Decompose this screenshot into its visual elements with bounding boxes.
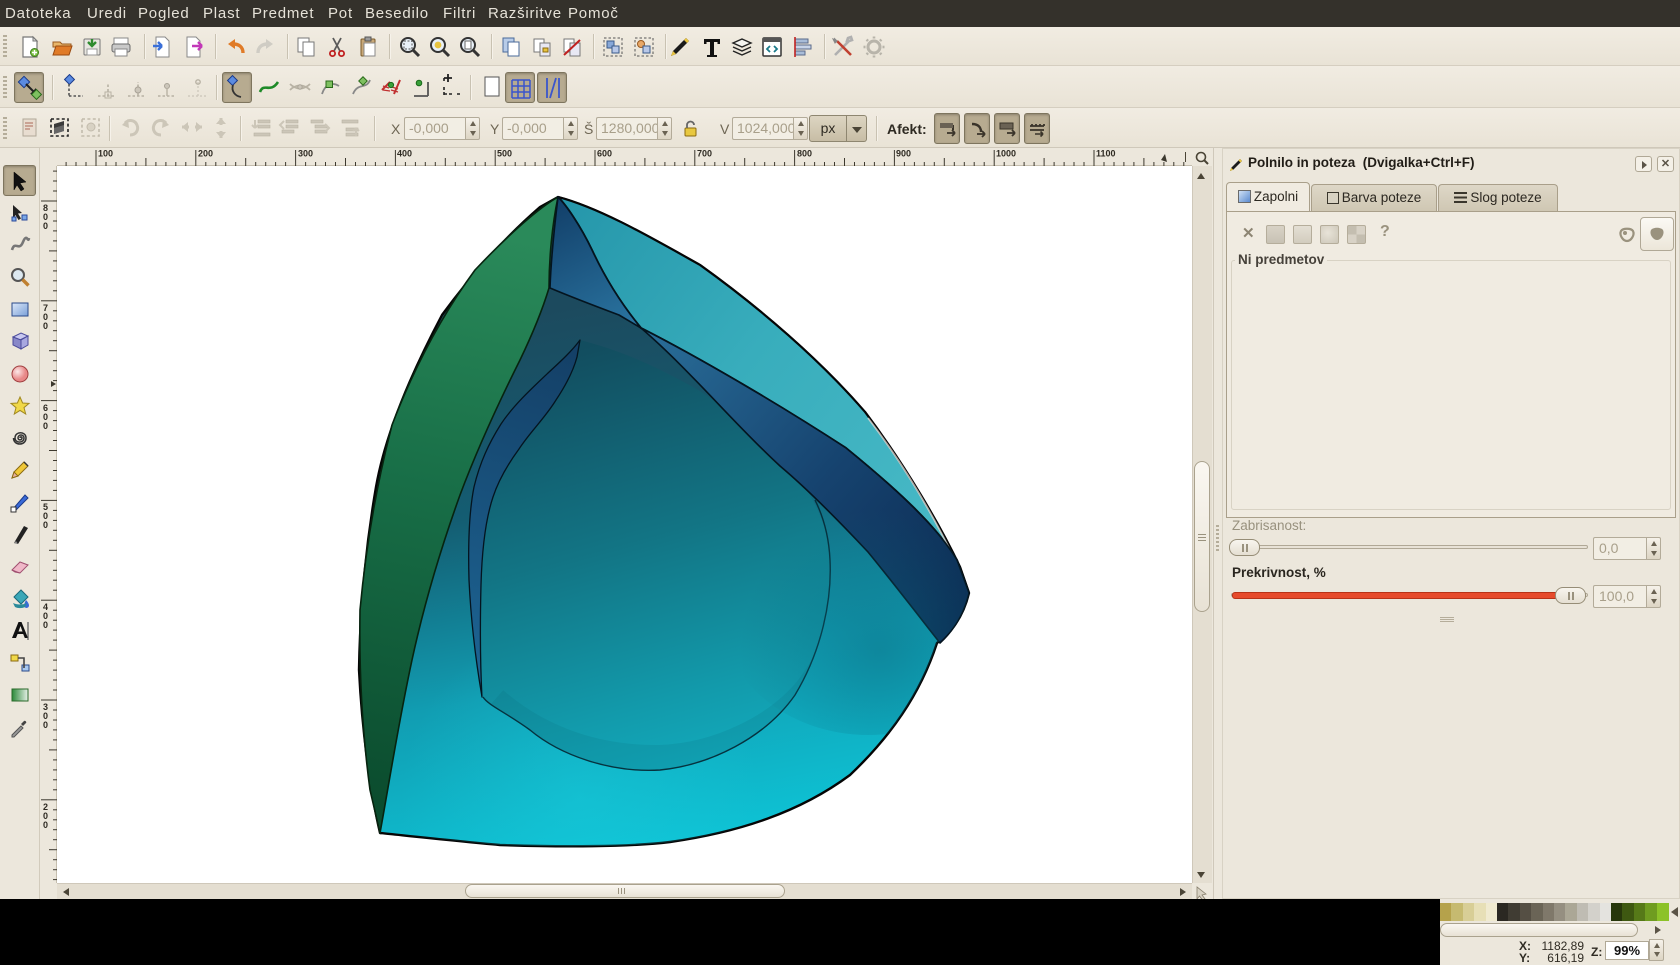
svg-text:300: 300 (298, 149, 313, 159)
svg-text:1100: 1100 (1096, 149, 1116, 159)
svg-text:400: 400 (397, 149, 412, 159)
svg-text:0: 0 (43, 221, 48, 231)
svg-text:500: 500 (497, 149, 512, 159)
svg-text:0: 0 (43, 720, 48, 730)
svg-text:100: 100 (98, 149, 113, 159)
svg-text:0: 0 (43, 520, 48, 530)
svg-text:200: 200 (198, 149, 213, 159)
svg-text:0: 0 (43, 421, 48, 431)
svg-text:800: 800 (797, 149, 812, 159)
svg-text:0: 0 (43, 820, 48, 830)
svg-text:700: 700 (697, 149, 712, 159)
svg-text:1000: 1000 (996, 149, 1016, 159)
svg-text:0: 0 (43, 620, 48, 630)
svg-text:900: 900 (896, 149, 911, 159)
svg-text:600: 600 (597, 149, 612, 159)
svg-text:0: 0 (43, 321, 48, 331)
